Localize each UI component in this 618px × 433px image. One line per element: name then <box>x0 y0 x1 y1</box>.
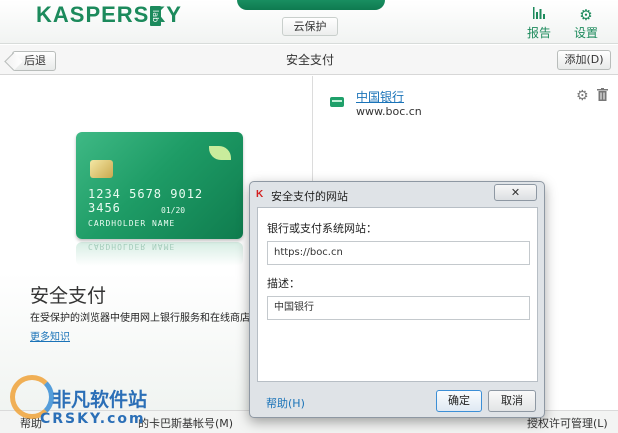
report-button[interactable]: 报告 <box>519 6 559 41</box>
list-item[interactable]: 中国银行 www.boc.cn ⚙ <box>314 84 618 124</box>
card-reflection-text: CARDHOLDER NAME <box>88 242 176 251</box>
kaspersky-k-icon: K <box>256 189 264 200</box>
close-button[interactable]: ✕ <box>494 184 537 201</box>
bar-chart-icon <box>519 6 559 24</box>
learn-more-link[interactable]: 更多知识 <box>30 328 70 343</box>
leaf-icon <box>209 146 231 160</box>
ok-button[interactable]: 确定 <box>436 390 482 412</box>
site-watermark: 非凡软件站 CRSKY.com <box>10 375 170 430</box>
url-field[interactable]: https://boc.cn <box>267 241 530 265</box>
description-field-label: 描述： <box>267 277 300 290</box>
back-button[interactable]: 后退 <box>12 51 56 71</box>
dialog-title-bar[interactable]: K 安全支付的网站 ✕ <box>250 182 544 206</box>
settings-button[interactable]: ⚙ 设置 <box>566 6 606 41</box>
safe-money-description: 在受保护的浏览器中使用网上银行服务和在线商店 <box>30 313 250 324</box>
safe-money-title: 安全支付 <box>30 285 107 307</box>
page-title: 安全支付 <box>285 53 334 67</box>
card-reflection: CARDHOLDER NAME <box>76 242 243 266</box>
bank-card-icon <box>330 97 344 107</box>
credit-card-illustration: 1234 5678 9012 3456 01/20 CARDHOLDER NAM… <box>76 132 243 239</box>
settings-label: 设置 <box>573 26 598 40</box>
description-field[interactable]: 中国银行 <box>267 296 530 320</box>
logo-lab-badge: lab <box>150 6 161 26</box>
gear-icon: ⚙ <box>579 6 593 24</box>
add-button[interactable]: 添加(D) <box>557 50 611 70</box>
trash-icon[interactable] <box>597 88 608 105</box>
url-field-label: 银行或支付系统网站： <box>267 222 377 235</box>
card-holder: CARDHOLDER NAME <box>88 219 176 228</box>
cloud-protection-button[interactable]: 云保护 <box>282 17 338 36</box>
card-chip-icon <box>90 160 113 178</box>
report-label: 报告 <box>526 26 551 40</box>
watermark-text: 非凡软件站 <box>52 389 148 411</box>
dialog-title: 安全支付的网站 <box>271 190 348 203</box>
site-url: www.boc.cn <box>356 105 422 118</box>
dialog-help-link[interactable]: 帮助(H) <box>266 395 305 411</box>
site-name-link[interactable]: 中国银行 <box>356 88 404 105</box>
cancel-button[interactable]: 取消 <box>488 390 536 412</box>
app-header: KASPERSKY lab 云保护 报告 ⚙ 设置 <box>0 0 618 44</box>
card-valid-date: 01/20 <box>161 206 186 215</box>
dialog-body: 银行或支付系统网站： https://boc.cn 描述： 中国银行 <box>257 207 538 382</box>
watermark-domain: CRSKY.com <box>40 411 146 427</box>
top-status-tab <box>237 0 385 10</box>
gear-icon[interactable]: ⚙ <box>576 88 589 104</box>
add-site-dialog: K 安全支付的网站 ✕ 银行或支付系统网站： https://boc.cn 描述… <box>249 181 545 418</box>
toolbar: 后退 安全支付 添加(D) <box>0 45 618 75</box>
